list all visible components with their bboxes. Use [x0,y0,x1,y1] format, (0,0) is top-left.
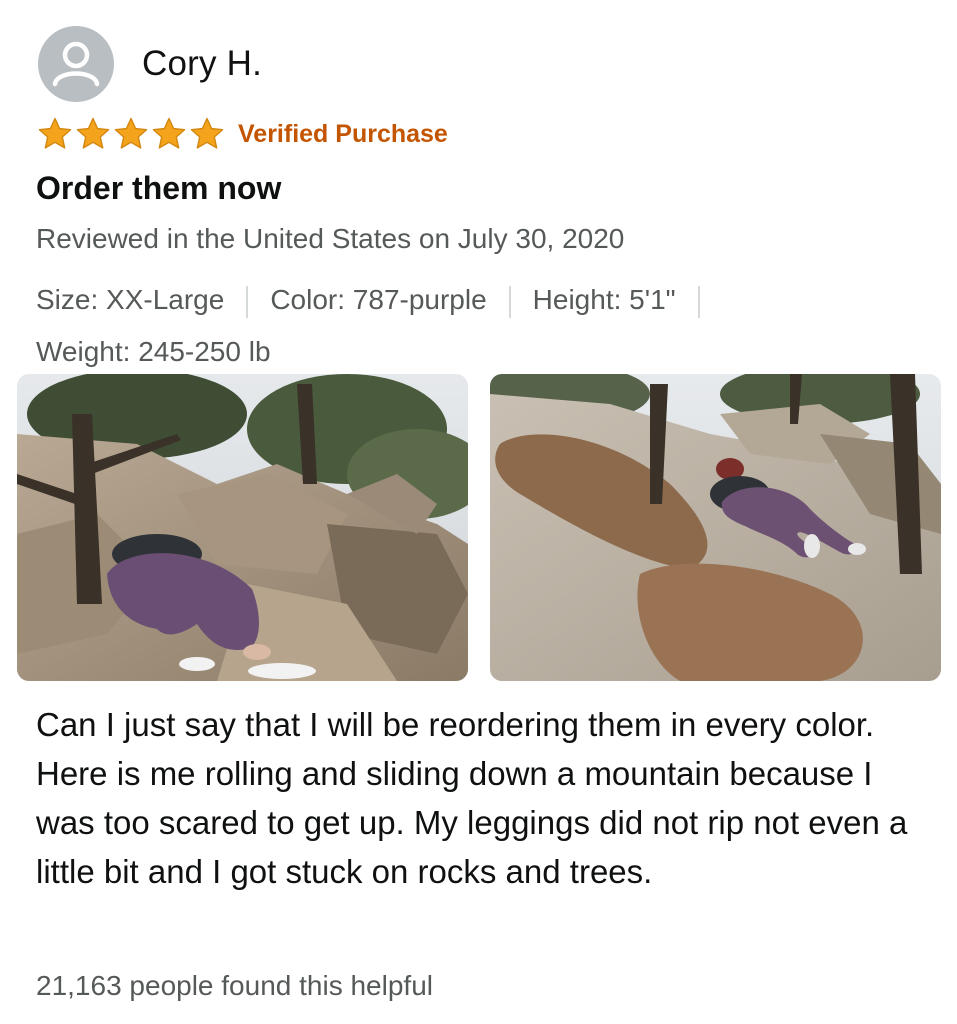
star-icon [114,117,148,149]
attribute-size: Size: XX-Large [36,284,225,315]
person-on-rocks-photo [17,374,468,681]
star-icon [190,117,224,149]
review-title: Order them now [36,170,282,206]
product-attributes: Size: XX-Large Color: 787-purple Height: 5… [36,274,916,378]
attribute-color: Color: 787-purple [270,284,487,315]
helpful-count: 21,163 people found this helpful [36,970,433,1001]
verified-purchase-badge: Verified Purchase [238,119,448,148]
star-icon [76,117,110,149]
reviewer-name[interactable]: Cory H. [142,44,262,84]
customer-review: Cory H. Verified Purchase Order them now… [0,0,957,1024]
rating-row: Verified Purchase [36,114,448,154]
review-photo-1[interactable] [17,374,468,681]
person-sliding-rock-photo [490,374,941,681]
avatar[interactable] [38,26,114,102]
review-photo-2[interactable] [490,374,941,681]
review-body: Can I just say that I will be reordering… [36,706,908,890]
star-rating [36,115,226,153]
divider [508,285,511,318]
star-icon [38,117,72,149]
review-date: Reviewed in the United States on July 30… [36,223,625,254]
reviewer-profile[interactable]: Cory H. [38,26,262,102]
divider [246,285,249,318]
attribute-weight: Weight: 245-250 lb [36,336,271,367]
star-icon [152,117,186,149]
attribute-height: Height: 5'1" [532,284,676,315]
default-user-icon [52,41,100,87]
divider [697,285,700,318]
